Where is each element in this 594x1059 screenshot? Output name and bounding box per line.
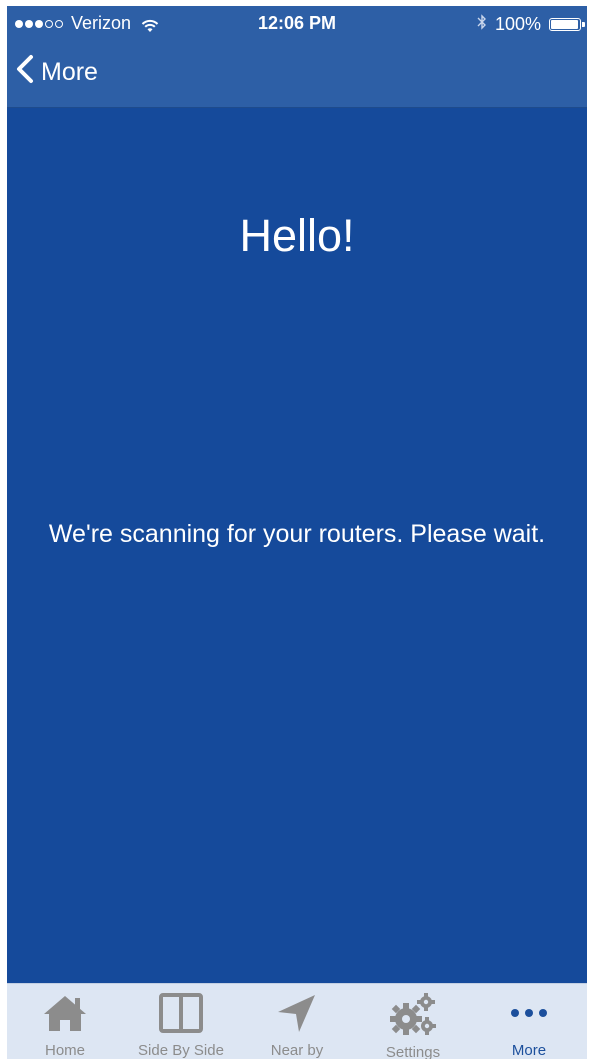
- tab-home[interactable]: Home: [7, 984, 123, 1059]
- battery-tip: [582, 22, 585, 27]
- scanning-message: We're scanning for your routers. Please …: [48, 520, 546, 548]
- gears-icon: [388, 992, 438, 1036]
- greeting-heading: Hello!: [239, 210, 355, 261]
- back-button[interactable]: More: [15, 54, 98, 91]
- battery-fill: [551, 20, 578, 29]
- navigation-bar: More: [7, 40, 587, 108]
- back-button-label: More: [41, 58, 98, 86]
- tab-label: Side By Side: [138, 1042, 224, 1059]
- tab-more[interactable]: More: [471, 984, 587, 1059]
- home-icon: [40, 992, 90, 1034]
- location-arrow-icon: [272, 992, 322, 1034]
- more-dots-icon: [504, 992, 554, 1034]
- chevron-left-icon: [15, 54, 35, 91]
- battery-icon: [549, 18, 585, 31]
- tab-side-by-side[interactable]: Side By Side: [123, 984, 239, 1059]
- tab-label: Settings: [385, 1044, 441, 1059]
- bluetooth-icon: [477, 13, 487, 36]
- app-screen: Verizon 12:06 PM 100% More Hello! We're …: [7, 6, 587, 1059]
- battery-percent: 100%: [494, 14, 541, 34]
- tab-near-by[interactable]: Near by: [239, 984, 355, 1059]
- side-by-side-icon: [156, 992, 206, 1034]
- tab-bar: Home Side By Side Near by Settings More: [7, 983, 587, 1059]
- tab-label: More: [511, 1042, 547, 1059]
- status-right: 100%: [477, 13, 585, 36]
- tab-label: Home: [44, 1042, 85, 1059]
- main-content: Hello! We're scanning for your routers. …: [7, 108, 587, 984]
- status-bar: Verizon 12:06 PM 100%: [7, 6, 587, 40]
- tab-label: Near by: [270, 1042, 324, 1059]
- tab-settings[interactable]: Settings: [355, 984, 471, 1059]
